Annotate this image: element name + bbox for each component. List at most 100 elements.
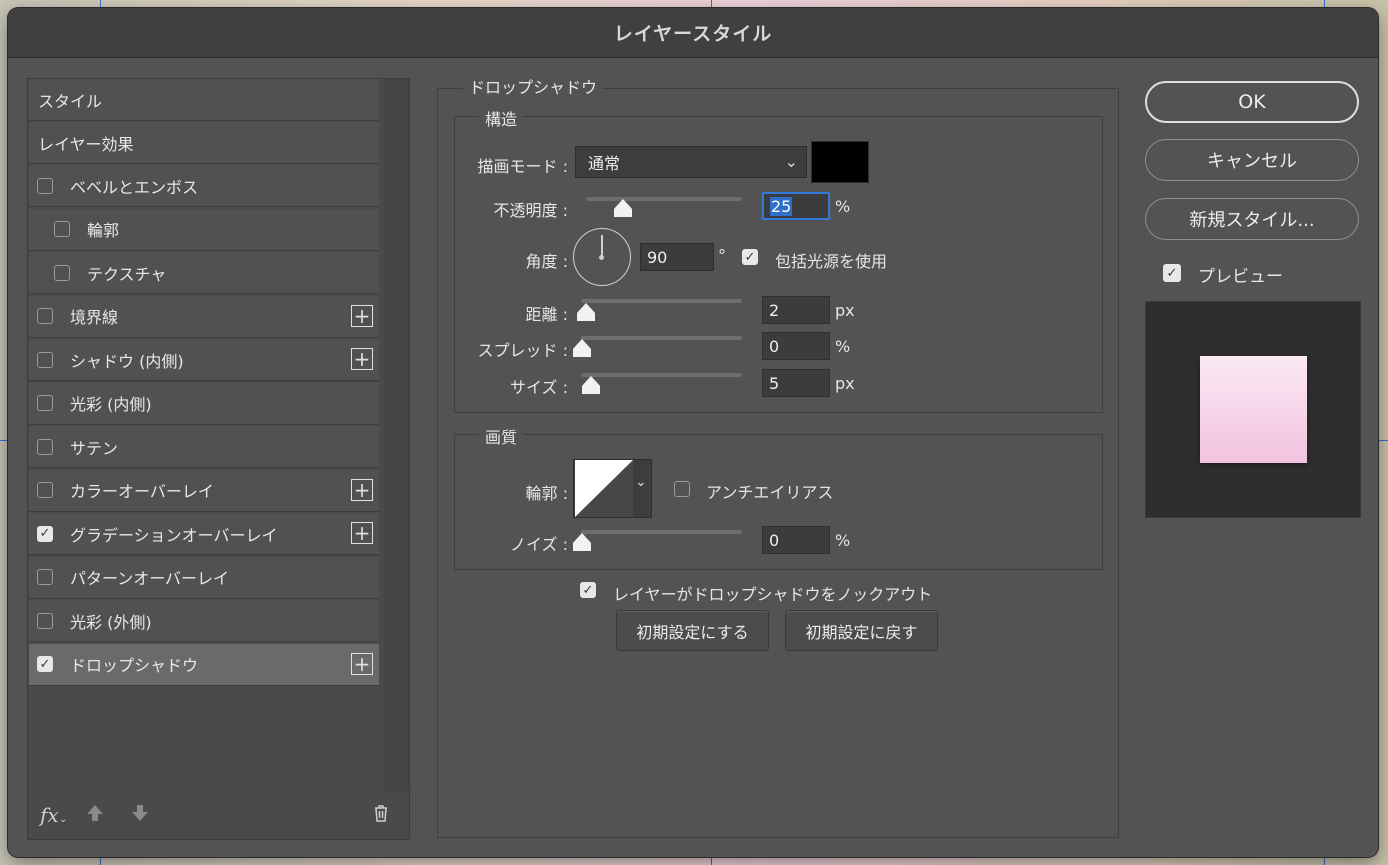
- spread-value: 0: [769, 336, 780, 356]
- dialog-title: レイヤースタイル: [8, 8, 1378, 58]
- effect-label: シャドウ (内側): [70, 351, 184, 371]
- opacity-input[interactable]: 25: [762, 192, 830, 220]
- noise-unit: %: [835, 531, 851, 550]
- distance-input[interactable]: 2: [762, 296, 830, 324]
- size-unit: px: [835, 374, 855, 393]
- opacity-slider[interactable]: [586, 197, 742, 201]
- add-effect-icon[interactable]: +: [351, 304, 373, 327]
- effect-item[interactable]: 光彩 (内側): [29, 382, 379, 425]
- angle-dial-center: [599, 255, 604, 260]
- effect-checkbox[interactable]: [37, 351, 53, 368]
- preview-checkbox[interactable]: ✓: [1163, 264, 1181, 282]
- add-effect-icon[interactable]: +: [351, 348, 373, 370]
- arrow-up-icon[interactable]: [86, 803, 104, 827]
- angle-unit: °: [718, 246, 726, 265]
- knockout-label: レイヤーがドロップシャドウをノックアウト: [613, 585, 933, 604]
- chevron-down-icon: ⌄: [58, 814, 68, 825]
- effect-item[interactable]: 境界線 +: [29, 295, 379, 338]
- antialias-checkbox[interactable]: [674, 481, 690, 497]
- styles-list-panel: スタイル レイヤー効果 ベベルとエンボス 輪郭 テクスチャ 境界線 + シャドウ (内側)…: [27, 78, 410, 840]
- scrollbar[interactable]: [384, 79, 409, 791]
- preview-thumbnail: [1200, 356, 1307, 463]
- preview-label: プレビュー: [1198, 267, 1283, 287]
- effect-checkbox[interactable]: [54, 264, 70, 281]
- styles-header[interactable]: スタイル: [29, 79, 379, 121]
- noise-value: 0: [769, 530, 780, 550]
- styles-header-label: スタイル: [38, 91, 103, 111]
- effect-checkbox[interactable]: [37, 612, 53, 629]
- effect-label: グラデーションオーバーレイ: [70, 525, 278, 545]
- global-light-checkbox[interactable]: ✓: [742, 249, 758, 265]
- arrow-down-icon[interactable]: [131, 803, 149, 827]
- fx-menu-button[interactable]: fx⌄: [40, 803, 67, 827]
- effect-item[interactable]: シャドウ (内側) +: [29, 339, 379, 381]
- effect-checkbox[interactable]: [54, 221, 70, 237]
- distance-slider[interactable]: [581, 299, 742, 303]
- new-style-button[interactable]: 新規スタイル...: [1145, 198, 1359, 240]
- fx-label: fx: [40, 803, 59, 827]
- effect-checkbox[interactable]: [37, 395, 53, 411]
- effect-checkbox[interactable]: [37, 482, 53, 498]
- size-slider[interactable]: [581, 373, 742, 377]
- effect-label: サテン: [70, 438, 119, 458]
- spread-slider[interactable]: [581, 336, 742, 340]
- effect-checkbox[interactable]: ✓: [37, 525, 53, 542]
- chevron-down-icon: ⌄: [784, 152, 798, 171]
- effect-checkbox[interactable]: [37, 438, 53, 455]
- reset-default-button[interactable]: 初期設定に戻す: [785, 610, 938, 651]
- noise-label: ノイズ :: [510, 535, 568, 554]
- shadow-color-swatch[interactable]: [811, 141, 869, 183]
- size-label: サイズ :: [510, 378, 568, 397]
- effect-label: 光彩 (外側): [70, 612, 152, 632]
- angle-dial[interactable]: [573, 228, 631, 286]
- contour-curve-icon: [575, 460, 633, 517]
- ok-button[interactable]: OK: [1145, 81, 1359, 123]
- blend-mode-select[interactable]: 通常 ⌄: [575, 146, 807, 178]
- trash-icon[interactable]: [371, 803, 391, 828]
- effect-checkbox[interactable]: [37, 569, 53, 585]
- noise-slider[interactable]: [581, 530, 742, 534]
- effect-checkbox[interactable]: [37, 177, 53, 194]
- spread-unit: %: [835, 337, 851, 356]
- antialias-label: アンチエイリアス: [706, 483, 834, 502]
- effect-label: 境界線: [70, 308, 119, 327]
- effect-label: 光彩 (内側): [70, 395, 152, 414]
- effect-item[interactable]: ✓ グラデーションオーバーレイ +: [29, 513, 379, 555]
- effect-item[interactable]: パターンオーバーレイ: [29, 556, 379, 599]
- spread-input[interactable]: 0: [762, 332, 830, 360]
- distance-value: 2: [769, 300, 780, 320]
- add-effect-icon[interactable]: +: [351, 522, 373, 544]
- layer-effects-label: レイヤー効果: [38, 134, 134, 154]
- effect-checkbox[interactable]: [37, 308, 53, 324]
- effect-label: カラーオーバーレイ: [70, 482, 214, 501]
- effect-item[interactable]: 光彩 (外側): [29, 600, 379, 642]
- angle-value: 90: [647, 247, 668, 267]
- styles-bottom-toolbar: fx⌄: [28, 793, 408, 839]
- knockout-checkbox[interactable]: ✓: [580, 582, 596, 598]
- make-default-button[interactable]: 初期設定にする: [616, 610, 769, 651]
- size-input[interactable]: 5: [762, 369, 830, 397]
- effect-label: テクスチャ: [87, 264, 167, 284]
- cancel-button[interactable]: キャンセル: [1145, 139, 1359, 181]
- effect-item[interactable]: ✓ ドロップシャドウ +: [29, 643, 379, 686]
- add-effect-icon[interactable]: +: [351, 652, 373, 675]
- effect-label: パターンオーバーレイ: [70, 569, 230, 588]
- effect-checkbox[interactable]: ✓: [37, 656, 53, 672]
- effect-item[interactable]: サテン: [29, 426, 379, 468]
- contour-picker[interactable]: ⌄: [573, 459, 652, 518]
- noise-input[interactable]: 0: [762, 526, 830, 554]
- effect-item[interactable]: ベベルとエンボス: [29, 165, 379, 207]
- angle-dial-needle: [601, 235, 603, 257]
- global-light-label: 包括光源を使用: [775, 252, 888, 271]
- size-value: 5: [769, 373, 780, 393]
- effect-item[interactable]: カラーオーバーレイ +: [29, 469, 379, 512]
- add-effect-icon[interactable]: +: [351, 478, 373, 501]
- opacity-value: 25: [770, 196, 793, 216]
- effect-item[interactable]: テクスチャ: [29, 252, 379, 294]
- layer-effects-header[interactable]: レイヤー効果: [29, 122, 379, 164]
- angle-input[interactable]: 90: [640, 243, 714, 271]
- angle-label: 角度 :: [525, 252, 568, 271]
- effect-item[interactable]: 輪郭: [29, 208, 379, 251]
- blend-mode-value: 通常: [588, 154, 621, 173]
- chevron-down-icon: ⌄: [635, 474, 647, 490]
